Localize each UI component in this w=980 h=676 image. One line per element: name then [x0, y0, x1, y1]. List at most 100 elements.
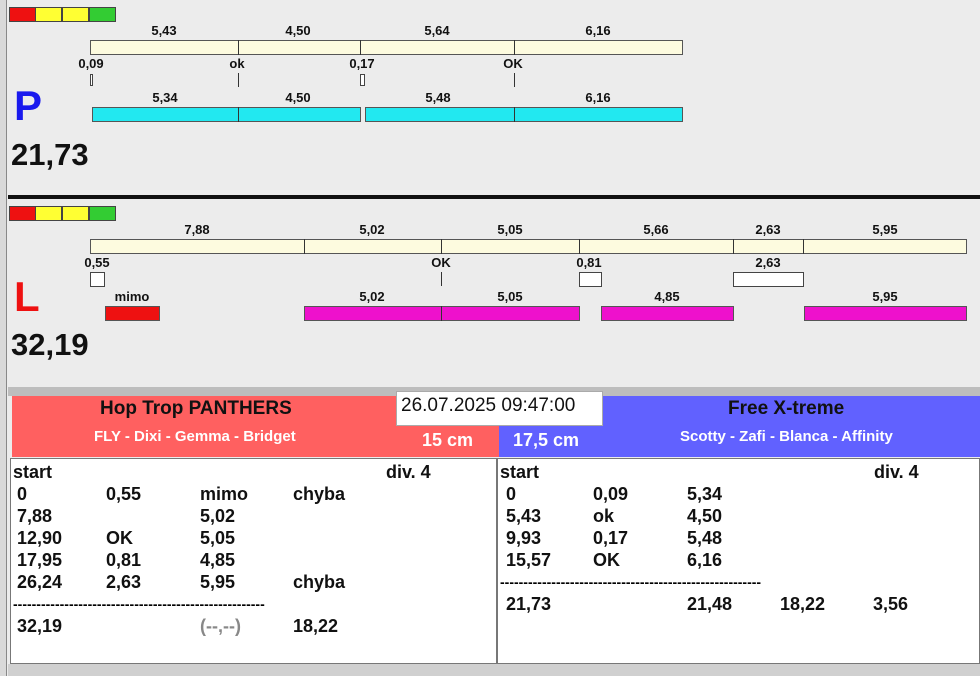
start-label: start	[13, 462, 53, 482]
cell: 0	[17, 484, 28, 504]
cell: 26,24	[17, 572, 63, 592]
segment-divider	[238, 40, 239, 55]
cell: chyba	[293, 484, 346, 504]
mark-label: OK	[431, 255, 451, 270]
cell: 5,43	[506, 506, 542, 526]
cell: 0,17	[593, 528, 629, 548]
run-label: 4,85	[654, 289, 680, 304]
segment-divider	[579, 239, 580, 254]
run-label: 5,05	[497, 289, 523, 304]
cell: 15,57	[506, 550, 552, 570]
light-green	[89, 7, 116, 22]
light-yellow-1	[35, 7, 62, 22]
left-results-table: start div. 4 0 0,55 mimo chyba 7,88 5,02…	[10, 458, 497, 664]
cell: 7,88	[17, 506, 53, 526]
window-left-border	[0, 0, 7, 676]
team-left-height: 15 cm	[422, 430, 474, 450]
segment-label: 4,50	[285, 23, 311, 38]
cell: OK	[106, 528, 133, 548]
run-bar	[304, 306, 580, 321]
cell: mimo	[200, 484, 249, 504]
segment-label: 6,16	[585, 23, 611, 38]
cell: 0,55	[106, 484, 142, 504]
mark-label: OK	[503, 56, 523, 71]
cell: 0,09	[593, 484, 629, 504]
cell: 0	[506, 484, 517, 504]
segment-label: 5,43	[151, 23, 177, 38]
cell: chyba	[293, 572, 346, 592]
run-bar-fault	[105, 306, 160, 321]
segment-label: 5,64	[424, 23, 450, 38]
total-cell: 21,73	[506, 594, 552, 614]
light-yellow-1	[35, 206, 62, 221]
cell: 9,93	[506, 528, 542, 548]
mark-box	[360, 74, 365, 86]
datetime: 26.07.2025 09:47:00	[401, 395, 576, 416]
run-bar	[365, 107, 683, 122]
mark-label: 2,63	[755, 255, 781, 270]
light-yellow-2	[62, 7, 89, 22]
team-left-name: Hop Trop PANTHERS	[100, 398, 292, 419]
cell: 4,85	[200, 550, 236, 570]
run-label: 4,50	[285, 90, 311, 105]
total-cell: (--,--)	[200, 616, 241, 636]
total-cell: 18,22	[780, 594, 826, 614]
team-right-height: 17,5 cm	[513, 430, 580, 450]
team-right-name: Free X-treme	[728, 398, 845, 419]
team-right-dogs: Scotty - Zafi - Blanca - Affinity	[680, 428, 893, 445]
top-panel: 5,43 4,50 5,64 6,16 0,09 ok 0,17 OK P 5,…	[8, 0, 980, 195]
total-cell: 18,22	[293, 616, 339, 636]
cell: 12,90	[17, 528, 63, 548]
cell: 5,05	[200, 528, 236, 548]
segment-label: 5,05	[497, 222, 523, 237]
lane-letter: P	[14, 82, 43, 129]
team-left-dogs: FLY - Dixi - Gemma - Bridget	[94, 428, 296, 445]
run-bar	[92, 107, 361, 122]
run-label: 5,34	[152, 90, 178, 105]
segment-divider	[803, 239, 804, 254]
divider-dashes: ----------------------------------------…	[500, 574, 762, 590]
light-green	[89, 206, 116, 221]
reference-bar	[90, 239, 967, 254]
light-yellow-2	[62, 206, 89, 221]
cell: 0,81	[106, 550, 142, 570]
divider-dashes: ----------------------------------------…	[13, 596, 265, 612]
cell: 2,63	[106, 572, 142, 592]
cell: 5,48	[687, 528, 723, 548]
total-time: 21,73	[11, 137, 89, 172]
cell: OK	[593, 550, 620, 570]
run-bar	[601, 306, 734, 321]
mark-tick	[514, 73, 515, 87]
run-label: 5,48	[425, 90, 451, 105]
mark-tick	[238, 73, 239, 87]
segment-label: 2,63	[755, 222, 781, 237]
cell: 4,50	[687, 506, 723, 526]
light-red	[9, 206, 36, 221]
mark-label: 0,17	[349, 56, 375, 71]
cell: ok	[593, 506, 615, 526]
division-label: div. 4	[874, 462, 919, 482]
datetime-box: 26.07.2025 09:47:00	[396, 391, 603, 426]
division-label: div. 4	[386, 462, 431, 482]
right-results-table: start div. 4 0 0,09 5,34 5,43 ok 4,50 9,…	[497, 458, 980, 664]
segment-divider	[514, 40, 515, 55]
run-divider	[238, 107, 239, 122]
run-bar	[804, 306, 967, 321]
bottom-panel: 7,88 5,02 5,05 5,66 2,63 5,95 0,55 OK 0,…	[8, 199, 980, 387]
segment-divider	[360, 40, 361, 55]
total-cell: 3,56	[873, 594, 909, 614]
cell: 5,34	[687, 484, 723, 504]
segment-divider	[441, 239, 442, 254]
segment-label: 5,02	[359, 222, 385, 237]
run-label: 6,16	[585, 90, 611, 105]
start-label: start	[500, 462, 540, 482]
cell: 6,16	[687, 550, 723, 570]
run-divider	[514, 107, 515, 122]
mark-tick	[441, 272, 442, 286]
segment-label: 5,95	[872, 222, 898, 237]
run-label: mimo	[114, 289, 150, 304]
cell: 17,95	[17, 550, 63, 570]
mark-label: 0,81	[576, 255, 602, 270]
mark-box	[579, 272, 602, 287]
mark-label: ok	[229, 56, 245, 71]
